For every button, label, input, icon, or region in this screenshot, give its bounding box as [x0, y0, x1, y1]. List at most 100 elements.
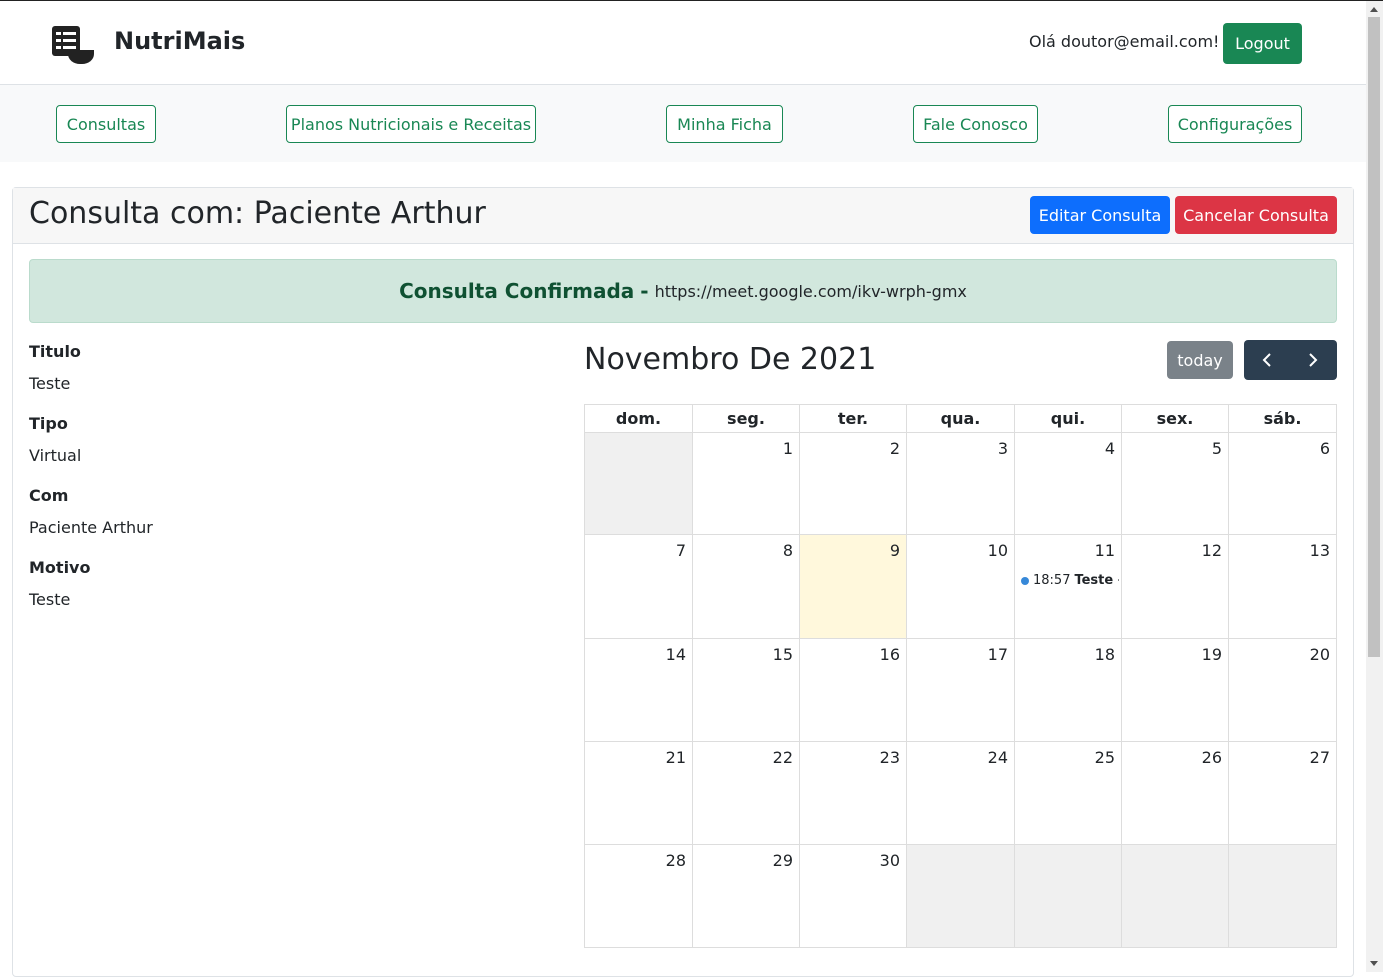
calendar-day-cell[interactable]: 9 — [799, 535, 906, 639]
calendar-day-cell[interactable]: 26 — [1121, 742, 1228, 845]
calendar-day-cell[interactable]: 25 — [1014, 742, 1121, 845]
day-number[interactable]: 6 — [1320, 439, 1330, 458]
day-number[interactable]: 12 — [1202, 541, 1222, 560]
day-number[interactable]: 3 — [998, 439, 1008, 458]
calendar-day-cell[interactable]: 14 — [584, 639, 692, 742]
day-number[interactable]: 13 — [1310, 541, 1330, 560]
day-number[interactable]: 29 — [773, 851, 793, 870]
calendar-day-cell[interactable]: 4 — [1014, 433, 1121, 535]
weekday-header: seg. — [692, 404, 799, 433]
calendar-day-cell[interactable]: 10 — [906, 535, 1014, 639]
day-number[interactable]: 19 — [1202, 645, 1222, 664]
calendar-day-cell[interactable]: 11 18:57Teste - P — [1014, 535, 1121, 639]
calendar-day-cell[interactable]: 1 — [692, 433, 799, 535]
nav-minha-ficha-button[interactable]: Minha Ficha — [666, 105, 783, 143]
day-number[interactable]: 21 — [666, 748, 686, 767]
day-number[interactable]: 26 — [1202, 748, 1222, 767]
day-number[interactable]: 18 — [1095, 645, 1115, 664]
day-number[interactable]: 22 — [773, 748, 793, 767]
calendar-day-cell[interactable]: 2 — [799, 433, 906, 535]
calendar-day-cell[interactable]: 3 — [906, 433, 1014, 535]
calendar-day-cell[interactable]: 8 — [692, 535, 799, 639]
detail-label-tipo: Tipo — [29, 414, 68, 433]
calendar-day-cell[interactable]: 12 — [1121, 535, 1228, 639]
scroll-up-icon[interactable] — [1370, 7, 1378, 12]
calendar-day-cell[interactable]: 17 — [906, 639, 1014, 742]
day-number[interactable]: 5 — [1212, 439, 1222, 458]
calendar-day-cell[interactable]: 28 — [584, 845, 692, 948]
calendar-day-cell[interactable]: 5 — [1121, 433, 1228, 535]
calendar-day-cell[interactable]: 21 — [584, 742, 692, 845]
scroll-down-icon[interactable] — [1370, 961, 1378, 966]
event-dot-icon — [1021, 576, 1029, 585]
day-number[interactable]: 9 — [890, 541, 900, 560]
calendar-day-cell[interactable]: 27 — [1228, 742, 1337, 845]
day-number[interactable]: 1 — [783, 439, 793, 458]
day-number[interactable]: 14 — [666, 645, 686, 664]
calendar-day-cell[interactable]: 7 — [584, 535, 692, 639]
calendar-day-empty[interactable] — [1121, 845, 1228, 948]
calendar-day-cell[interactable]: 20 — [1228, 639, 1337, 742]
day-number[interactable]: 4 — [1105, 439, 1115, 458]
table-bowl-logo-icon[interactable] — [50, 24, 96, 66]
logout-button[interactable]: Logout — [1223, 23, 1302, 64]
day-number[interactable]: 15 — [773, 645, 793, 664]
day-number[interactable]: 23 — [880, 748, 900, 767]
scroll-thumb[interactable] — [1368, 17, 1380, 657]
calendar-day-empty[interactable] — [1014, 845, 1121, 948]
day-number[interactable]: 16 — [880, 645, 900, 664]
page-title: Consulta com: Paciente Arthur — [29, 196, 486, 231]
day-number[interactable]: 17 — [988, 645, 1008, 664]
day-number[interactable]: 30 — [880, 851, 900, 870]
meeting-link[interactable]: https://meet.google.com/ikv-wrph-gmx — [655, 282, 967, 301]
status-separator: - — [640, 279, 649, 303]
month-calendar: dom. seg. ter. qua. qui. sex. sáb. 1 2 3 4 5 6 7 8 9 10… — [584, 404, 1337, 951]
day-number[interactable]: 8 — [783, 541, 793, 560]
day-number[interactable]: 27 — [1310, 748, 1330, 767]
nav-planos-button[interactable]: Planos Nutricionais e Receitas — [286, 105, 536, 143]
cancel-consulta-button[interactable]: Cancelar Consulta — [1175, 196, 1337, 234]
card-header: Consulta com: Paciente Arthur Editar Con… — [13, 188, 1353, 244]
nav-consultas-button[interactable]: Consultas — [56, 105, 156, 143]
calendar-day-cell[interactable]: 29 — [692, 845, 799, 948]
detail-value-titulo: Teste — [29, 374, 71, 393]
calendar-day-cell[interactable]: 24 — [906, 742, 1014, 845]
calendar-day-cell[interactable]: 15 — [692, 639, 799, 742]
user-greeting: Olá doutor@email.com! — [1029, 32, 1220, 51]
calendar-event[interactable]: 18:57Teste - P — [1021, 573, 1119, 588]
calendar-day-cell[interactable]: 19 — [1121, 639, 1228, 742]
nav-configuracoes-button[interactable]: Configurações — [1168, 105, 1302, 143]
status-text: Consulta Confirmada — [399, 279, 635, 303]
today-button[interactable]: today — [1167, 341, 1233, 379]
calendar-day-empty[interactable] — [1228, 845, 1337, 948]
calendar-day-cell[interactable]: 22 — [692, 742, 799, 845]
detail-label-titulo: Titulo — [29, 342, 81, 361]
edit-consulta-button[interactable]: Editar Consulta — [1030, 196, 1170, 234]
day-number[interactable]: 24 — [988, 748, 1008, 767]
nav-fale-conosco-button[interactable]: Fale Conosco — [913, 105, 1038, 143]
top-navbar: NutriMais Olá doutor@email.com! Logout — [0, 1, 1366, 85]
calendar-day-cell[interactable]: 18 — [1014, 639, 1121, 742]
calendar-day-cell[interactable]: 16 — [799, 639, 906, 742]
day-number[interactable]: 2 — [890, 439, 900, 458]
calendar-day-empty[interactable] — [584, 433, 692, 535]
calendar-title: Novembro De 2021 — [584, 342, 877, 377]
calendar-nav-group — [1244, 340, 1337, 380]
chevron-left-icon[interactable] — [1244, 340, 1290, 380]
brand-name[interactable]: NutriMais — [114, 27, 245, 55]
event-title: Teste - P — [1074, 573, 1119, 588]
day-number[interactable]: 25 — [1095, 748, 1115, 767]
day-number[interactable]: 10 — [988, 541, 1008, 560]
event-time: 18:57 — [1033, 573, 1071, 588]
calendar-day-cell[interactable]: 6 — [1228, 433, 1337, 535]
day-number[interactable]: 7 — [676, 541, 686, 560]
calendar-day-cell[interactable]: 13 — [1228, 535, 1337, 639]
day-number[interactable]: 28 — [666, 851, 686, 870]
day-number[interactable]: 11 — [1095, 541, 1115, 560]
page-scrollbar[interactable] — [1366, 1, 1383, 972]
chevron-right-icon[interactable] — [1290, 340, 1336, 380]
calendar-day-cell[interactable]: 30 — [799, 845, 906, 948]
day-number[interactable]: 20 — [1310, 645, 1330, 664]
calendar-day-empty[interactable] — [906, 845, 1014, 948]
calendar-day-cell[interactable]: 23 — [799, 742, 906, 845]
